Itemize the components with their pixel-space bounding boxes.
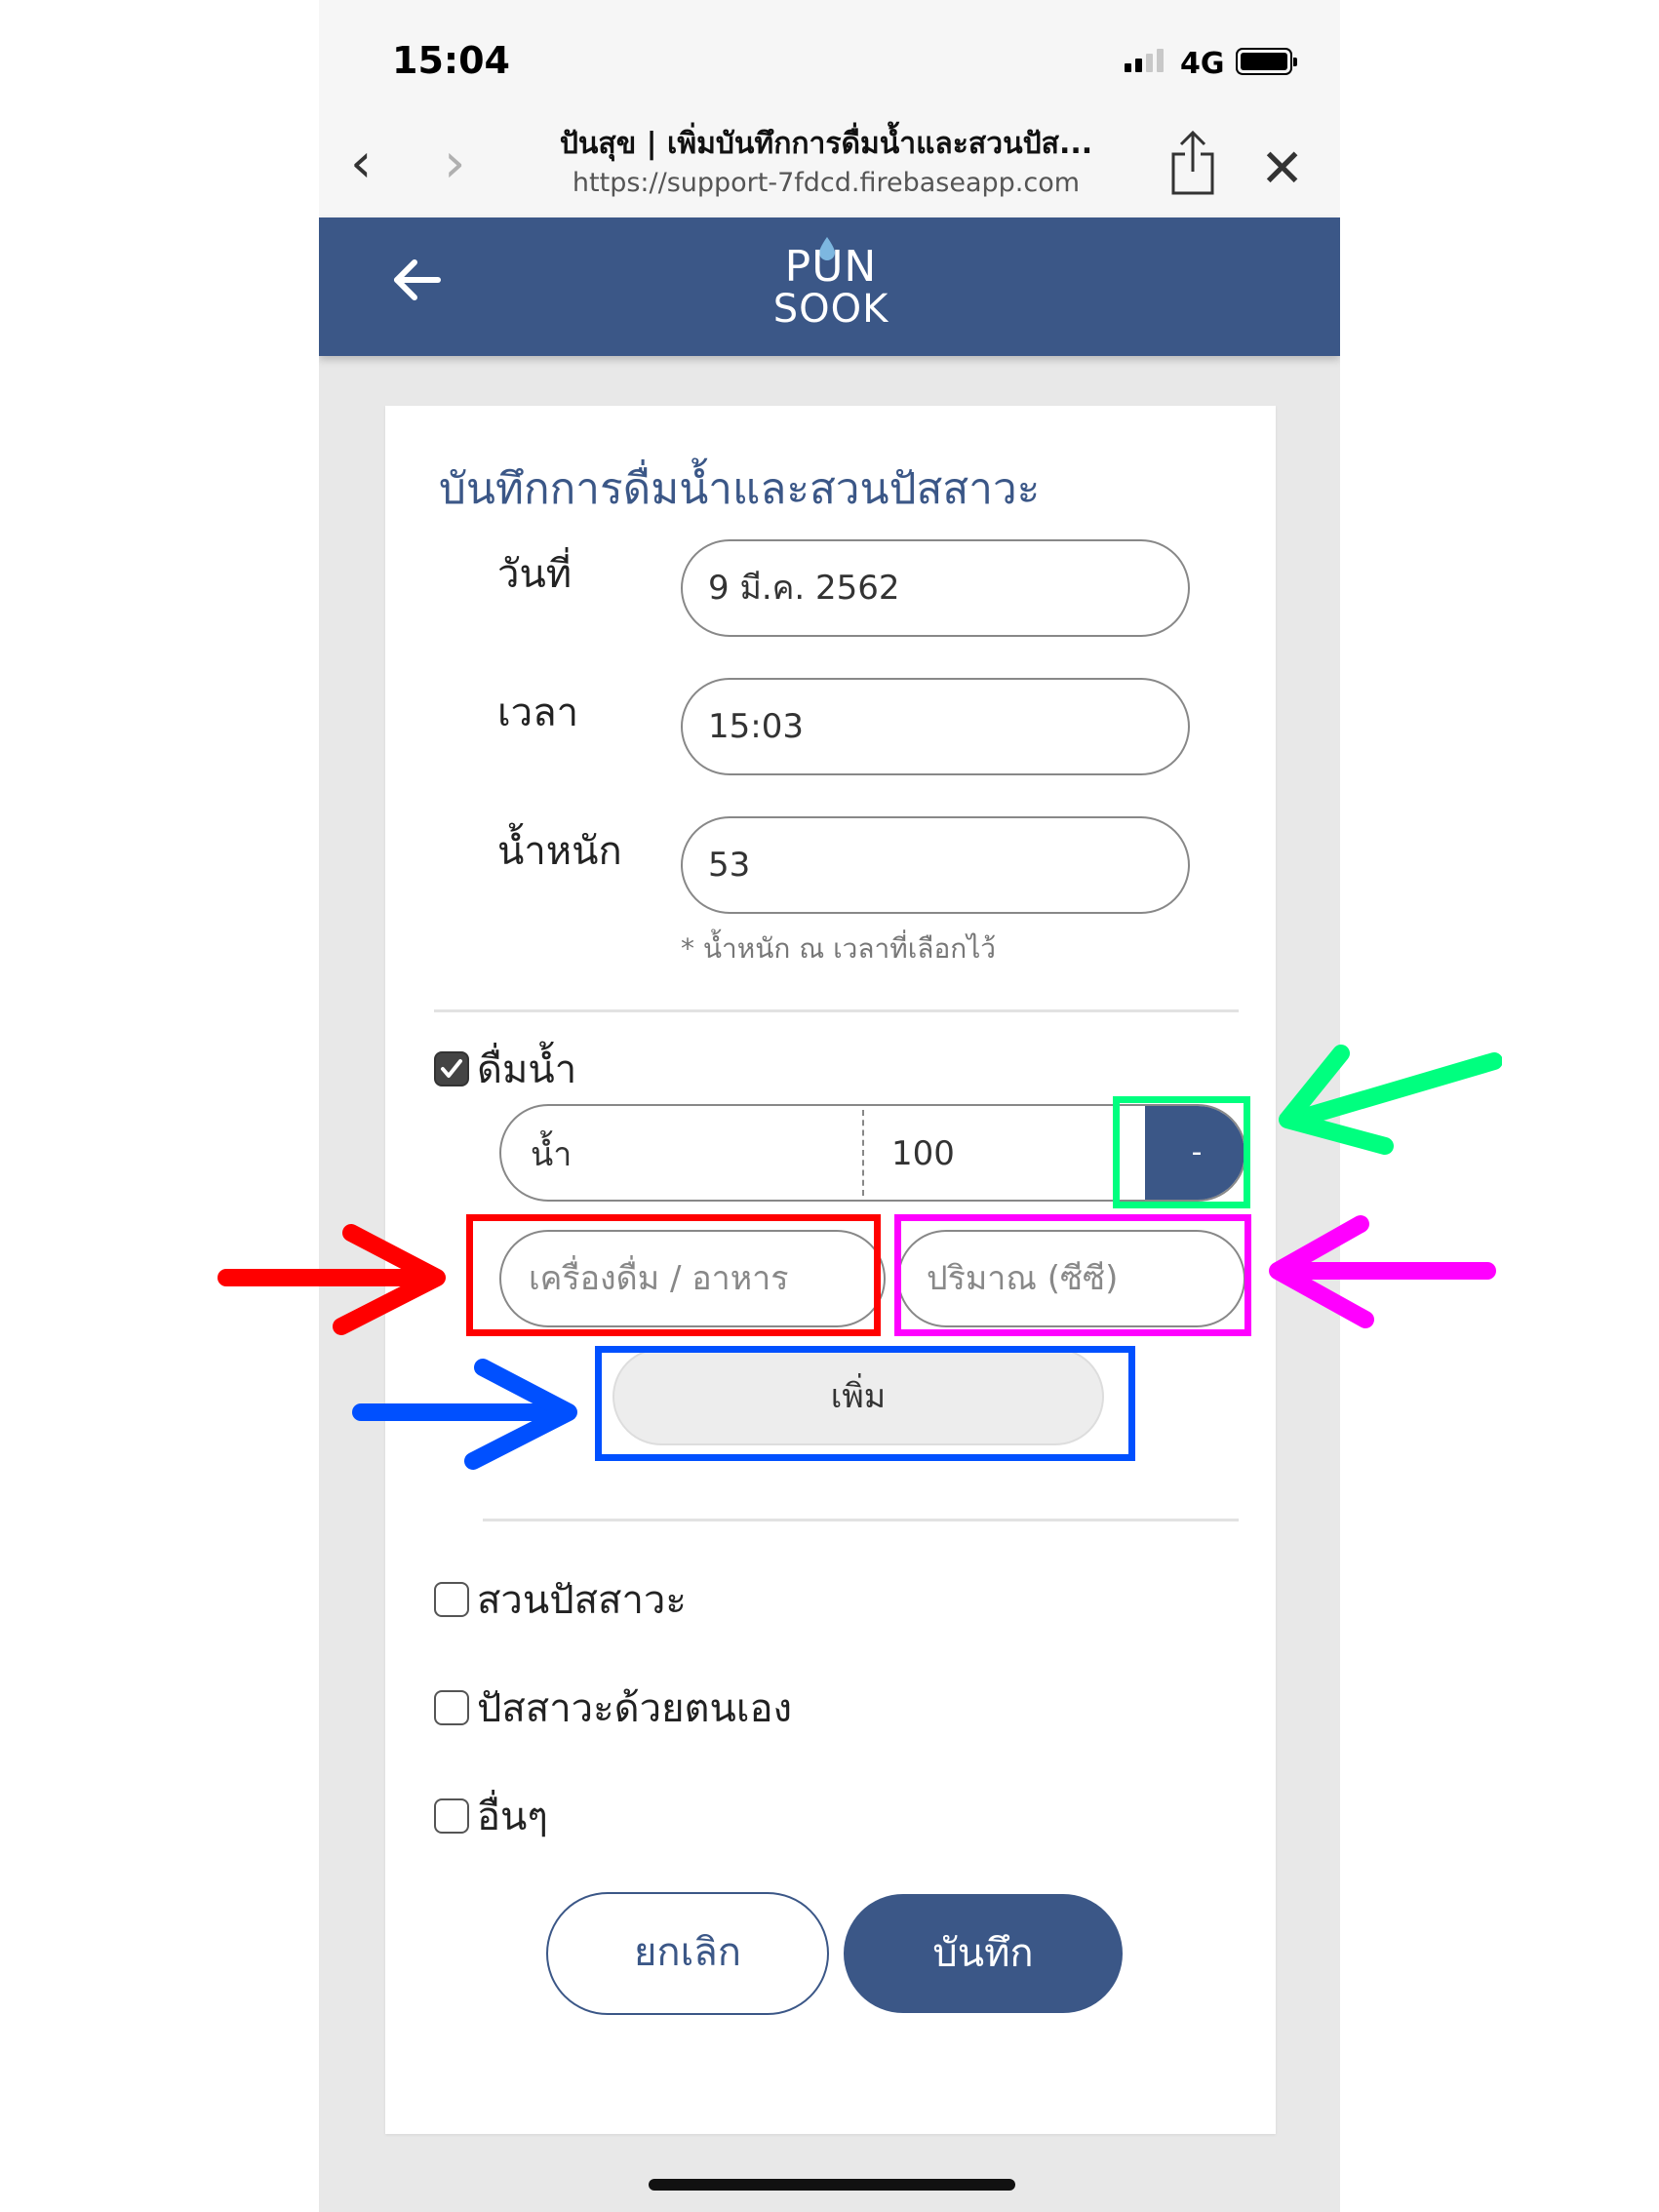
checkmark-icon: [441, 1059, 462, 1078]
signal-icon: [1125, 49, 1164, 72]
weight-label: น้ำหนัก: [497, 829, 622, 874]
close-icon[interactable]: ✕: [1260, 142, 1304, 195]
logo-line2: SOOK: [772, 287, 889, 332]
network-type: 4G: [1180, 47, 1225, 81]
weight-note: * น้ำหนัก ณ เวลาที่เลือกไว้: [681, 932, 997, 965]
catheter-checkbox[interactable]: [434, 1582, 469, 1617]
annotation-box-blue: [595, 1346, 1135, 1461]
page-title: ปันสุข | เพิ่มบันทึกการดื่มน้ำและสวนปัส.…: [559, 127, 1093, 161]
status-time: 15:04: [392, 39, 510, 82]
logo-line1: PUN: [784, 242, 878, 292]
other-checkbox-row[interactable]: อื่นๆ: [434, 1785, 548, 1847]
annotation-arrow-magenta: [1269, 1215, 1496, 1328]
form-title: บันทึกการดื่มน้ำและสวนปัสสาวะ: [439, 464, 1041, 514]
other-checkbox[interactable]: [434, 1798, 469, 1834]
annotation-box-green: [1113, 1096, 1250, 1208]
app-logo: PUN SOOK: [768, 237, 894, 332]
save-button[interactable]: บันทึก: [844, 1894, 1123, 2013]
browser-back-icon[interactable]: ‹: [350, 137, 372, 191]
self-void-checkbox-row[interactable]: ปัสสาวะด้วยตนเอง: [434, 1677, 792, 1739]
drink-checkbox-label: ดื่มน้ำ: [477, 1047, 577, 1092]
catheter-checkbox-row[interactable]: สวนปัสสาวะ: [434, 1568, 687, 1631]
annotation-box-magenta: [894, 1214, 1251, 1336]
time-field[interactable]: 15:03: [681, 678, 1190, 775]
annotation-box-red: [466, 1214, 881, 1336]
divider: [434, 1009, 1239, 1012]
self-void-checkbox-label: ปัสสาวะด้วยตนเอง: [477, 1686, 793, 1731]
catheter-checkbox-label: สวนปัสสาวะ: [477, 1578, 687, 1623]
weight-field[interactable]: 53: [681, 816, 1190, 914]
home-indicator: [649, 2179, 1015, 2191]
drink-checkbox-row[interactable]: ดื่มน้ำ: [434, 1038, 576, 1100]
date-label: วันที่: [497, 552, 573, 597]
drink-item-name: น้ำ: [531, 1135, 573, 1174]
annotation-arrow-blue: [352, 1359, 577, 1470]
drink-checkbox[interactable]: [434, 1051, 469, 1086]
battery-icon: [1236, 48, 1297, 75]
time-label: เวลา: [497, 691, 579, 735]
share-icon[interactable]: [1165, 129, 1220, 197]
drink-item-separator: [862, 1110, 864, 1196]
back-arrow-icon[interactable]: [387, 251, 446, 309]
browser-forward-icon[interactable]: ›: [444, 137, 465, 191]
browser-bar: ‹ › ปันสุข | เพิ่มบันทึกการดื่มน้ำและสวน…: [319, 107, 1340, 217]
divider: [483, 1519, 1239, 1521]
annotation-arrow-green: [1279, 1045, 1502, 1155]
drink-item-amount: 100: [891, 1134, 955, 1173]
app-header: PUN SOOK: [319, 217, 1340, 356]
date-field[interactable]: 9 มี.ค. 2562: [681, 539, 1190, 637]
status-bar: 15:04 4G: [319, 0, 1340, 107]
other-checkbox-label: อื่นๆ: [477, 1795, 548, 1839]
page-url[interactable]: https://support-7fdcd.firebaseapp.com: [504, 168, 1148, 198]
cancel-button[interactable]: ยกเลิก: [546, 1892, 829, 2015]
annotation-arrow-red: [217, 1224, 446, 1335]
self-void-checkbox[interactable]: [434, 1690, 469, 1725]
